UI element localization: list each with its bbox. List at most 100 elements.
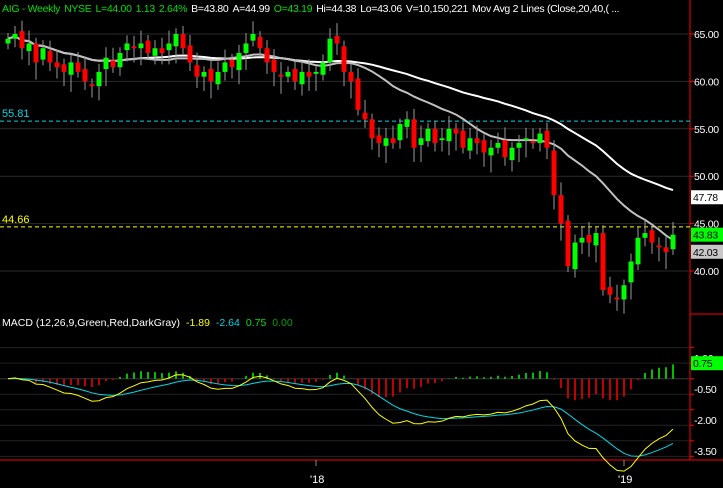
candle-body: [488, 147, 494, 156]
macd-label[interactable]: MACD (12,26,9,Green,Red,DarkGray): [2, 317, 180, 329]
ma-indicator[interactable]: Mov Avg 2 Lines (Close,20,40,( ...: [472, 3, 620, 16]
last-price: L=44.00: [95, 3, 132, 15]
candle-body: [82, 69, 88, 82]
price-label: 47.78: [693, 192, 718, 204]
volume: V=10,150,221: [405, 3, 468, 15]
candle-body: [558, 195, 564, 224]
candle-body: [5, 38, 11, 44]
candle-body: [117, 52, 123, 68]
candle-body: [12, 34, 18, 39]
candle-body: [663, 247, 669, 253]
hist-value: 0.75: [245, 317, 267, 329]
candle-body: [110, 60, 116, 68]
macd-value: -1.89: [185, 317, 210, 329]
change: 1.13: [135, 3, 156, 15]
price-chart[interactable]: 65.0060.0055.0050.0045.0040.001.00-0.50-…: [0, 0, 723, 488]
candle-body: [257, 36, 263, 49]
candle-body: [593, 233, 599, 246]
candle-body: [75, 62, 81, 72]
x-tick-label: '18: [310, 474, 324, 486]
candle-body: [376, 135, 382, 144]
candle-body: [201, 71, 207, 77]
candle-body: [124, 43, 130, 51]
candle-body: [439, 138, 445, 141]
x-tick-label: '19: [618, 474, 632, 486]
bid: B=43.80: [191, 3, 229, 15]
price-label: 43.83: [693, 230, 718, 242]
ask: A=44.99: [232, 3, 270, 15]
candle-body: [334, 35, 340, 44]
candle-body: [600, 233, 606, 290]
candle-body: [292, 69, 298, 82]
candle-body: [537, 133, 543, 144]
y-tick-label: 60.00: [694, 76, 719, 88]
level-label: 55.81: [2, 108, 30, 120]
candle-body: [425, 128, 431, 142]
y-tick-label: 50.00: [694, 171, 719, 183]
candle-body: [40, 48, 46, 60]
candle-body: [341, 46, 347, 72]
candle-body: [460, 130, 466, 148]
price-label: 42.03: [693, 247, 718, 259]
candle-body: [229, 59, 235, 68]
candle-body: [551, 150, 557, 196]
candle-body: [285, 71, 291, 77]
candle-body: [103, 57, 109, 70]
candle-body: [453, 128, 459, 134]
candle-body: [243, 43, 249, 53]
candle-body: [383, 138, 389, 146]
candle-body: [145, 40, 151, 53]
candle-body: [635, 237, 641, 265]
candle-body: [656, 245, 662, 248]
macd-tick-label: -0.50: [694, 384, 717, 396]
candle-body: [362, 112, 368, 120]
candle-body: [215, 71, 221, 85]
y-tick-label: 65.00: [694, 29, 719, 41]
change-pct: 2.64%: [158, 3, 188, 15]
candle-body: [355, 78, 361, 110]
candle-body: [271, 59, 277, 72]
candle-body: [222, 62, 228, 72]
candle-body: [152, 48, 158, 56]
candle-body: [68, 62, 74, 75]
candle-body: [33, 43, 39, 63]
candle-body: [495, 143, 501, 148]
candle-body: [159, 48, 165, 53]
macd-tick-label: -3.50: [694, 446, 717, 458]
y-tick-label: 40.00: [694, 266, 719, 278]
candle-body: [180, 34, 186, 49]
macd-tick-label: -2.00: [694, 415, 717, 427]
symbol[interactable]: AIG - Weekly: [2, 3, 60, 16]
candle-body: [516, 143, 522, 148]
candle-body: [166, 43, 172, 51]
candle-body: [404, 119, 410, 127]
candle-body: [446, 128, 452, 142]
candle-body: [131, 46, 137, 49]
candle-body: [579, 237, 585, 243]
low: Lo=43.06: [360, 3, 402, 15]
candle-body: [236, 52, 242, 71]
candle-body: [523, 138, 529, 141]
candle-body: [250, 34, 256, 41]
candle-body: [397, 124, 403, 141]
candle-body: [586, 234, 592, 243]
candle-body: [502, 140, 508, 158]
zero-value: 0.00: [272, 317, 293, 329]
candle-body: [418, 138, 424, 145]
candle-body: [327, 38, 333, 63]
candle-body: [26, 43, 32, 52]
candle-body: [19, 31, 25, 49]
candle-body: [96, 71, 102, 87]
signal-value: -2.64: [215, 317, 240, 329]
exchange: NYSE: [64, 3, 92, 15]
candle-body: [306, 71, 312, 77]
candle-body: [614, 297, 620, 300]
candle-body: [278, 74, 284, 77]
candle-body: [138, 43, 144, 49]
candle-body: [642, 233, 648, 238]
candle-body: [607, 287, 613, 295]
quote-header: AIG - Weekly NYSE L=44.00 1.13 2.64% B=4…: [2, 3, 692, 16]
y-tick-label: 55.00: [694, 124, 719, 136]
hist-label: 0.75: [693, 358, 713, 370]
high: Hi=44.38: [316, 3, 357, 15]
